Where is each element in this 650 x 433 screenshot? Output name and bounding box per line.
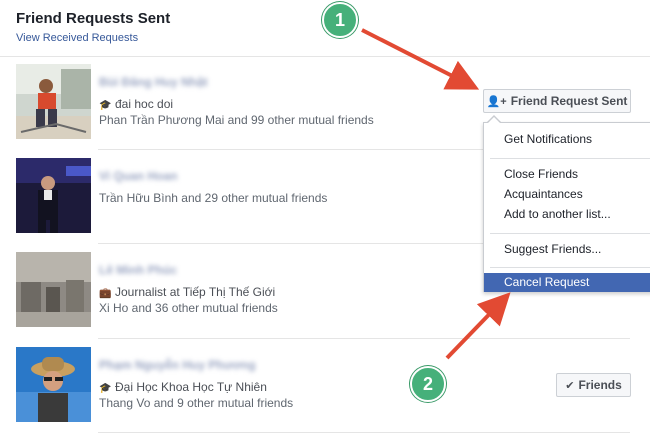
- school-icon: 🎓: [99, 100, 112, 111]
- friend-name[interactable]: Lê Minh Phúc: [99, 263, 177, 277]
- school-icon: 🎓: [99, 383, 112, 394]
- menu-item-acquaintances[interactable]: Acquaintances: [484, 185, 650, 204]
- avatar[interactable]: [16, 347, 91, 422]
- menu-item-cancel-request[interactable]: Cancel Request: [484, 273, 650, 292]
- friend-meta-text: Journalist at Tiếp Thị Thế Giới: [115, 285, 276, 299]
- friend-request-sent-label: Friend Request Sent: [510, 94, 628, 108]
- add-friend-icon: 👤+: [486, 95, 507, 108]
- mutual-friends[interactable]: Xi Ho and 36 other mutual friends: [99, 301, 278, 315]
- friend-request-menu: Get Notifications Close Friends Acquaint…: [483, 122, 650, 292]
- avatar[interactable]: [16, 158, 91, 233]
- mutual-friends[interactable]: Phan Trần Phương Mai and 99 other mutual…: [99, 113, 374, 127]
- friend-request-sent-button[interactable]: 👤+ Friend Request Sent: [483, 89, 631, 113]
- view-received-requests-link[interactable]: View Received Requests: [16, 32, 138, 44]
- friends-button-label: Friends: [578, 378, 622, 392]
- friend-meta-text: đai hoc doi: [115, 97, 174, 111]
- mutual-friends[interactable]: Trần Hữu Bình and 29 other mutual friend…: [99, 191, 327, 205]
- check-icon: ✔: [565, 379, 575, 392]
- menu-separator: [490, 158, 650, 159]
- avatar[interactable]: [16, 64, 91, 139]
- avatar[interactable]: [16, 252, 91, 327]
- menu-separator: [490, 233, 650, 234]
- page-title: Friend Requests Sent: [16, 10, 171, 27]
- menu-item-add-to-another-list[interactable]: Add to another list...: [484, 205, 650, 224]
- friend-meta: 🎓 Đại Học Khoa Học Tự Nhiên: [99, 380, 267, 394]
- menu-separator: [490, 267, 650, 268]
- menu-item-get-notifications[interactable]: Get Notifications: [484, 130, 650, 149]
- mutual-friends[interactable]: Thang Vo and 9 other mutual friends: [99, 396, 293, 410]
- menu-caret-inner: [488, 117, 500, 123]
- list-item: Phạm Nguyễn Huy Phương 🎓 Đại Học Khoa Học…: [0, 339, 650, 433]
- friend-name[interactable]: Phạm Nguyễn Huy Phương: [99, 358, 256, 372]
- menu-item-suggest-friends[interactable]: Suggest Friends...: [484, 240, 650, 259]
- friend-meta: 💼 Journalist at Tiếp Thị Thế Giới: [99, 285, 275, 299]
- friend-meta: 🎓 đai hoc doi: [99, 97, 173, 111]
- step-1-badge: 1: [322, 2, 358, 38]
- friends-button[interactable]: ✔ Friends: [556, 373, 631, 397]
- friend-name[interactable]: Vi Quan Hoan: [99, 169, 177, 183]
- menu-item-close-friends[interactable]: Close Friends: [484, 165, 650, 184]
- briefcase-icon: 💼: [99, 288, 112, 299]
- friend-meta-text: Đại Học Khoa Học Tự Nhiên: [115, 380, 267, 394]
- friend-name[interactable]: Bùi Đăng Huy Nhật: [99, 75, 208, 89]
- step-2-badge: 2: [410, 366, 446, 402]
